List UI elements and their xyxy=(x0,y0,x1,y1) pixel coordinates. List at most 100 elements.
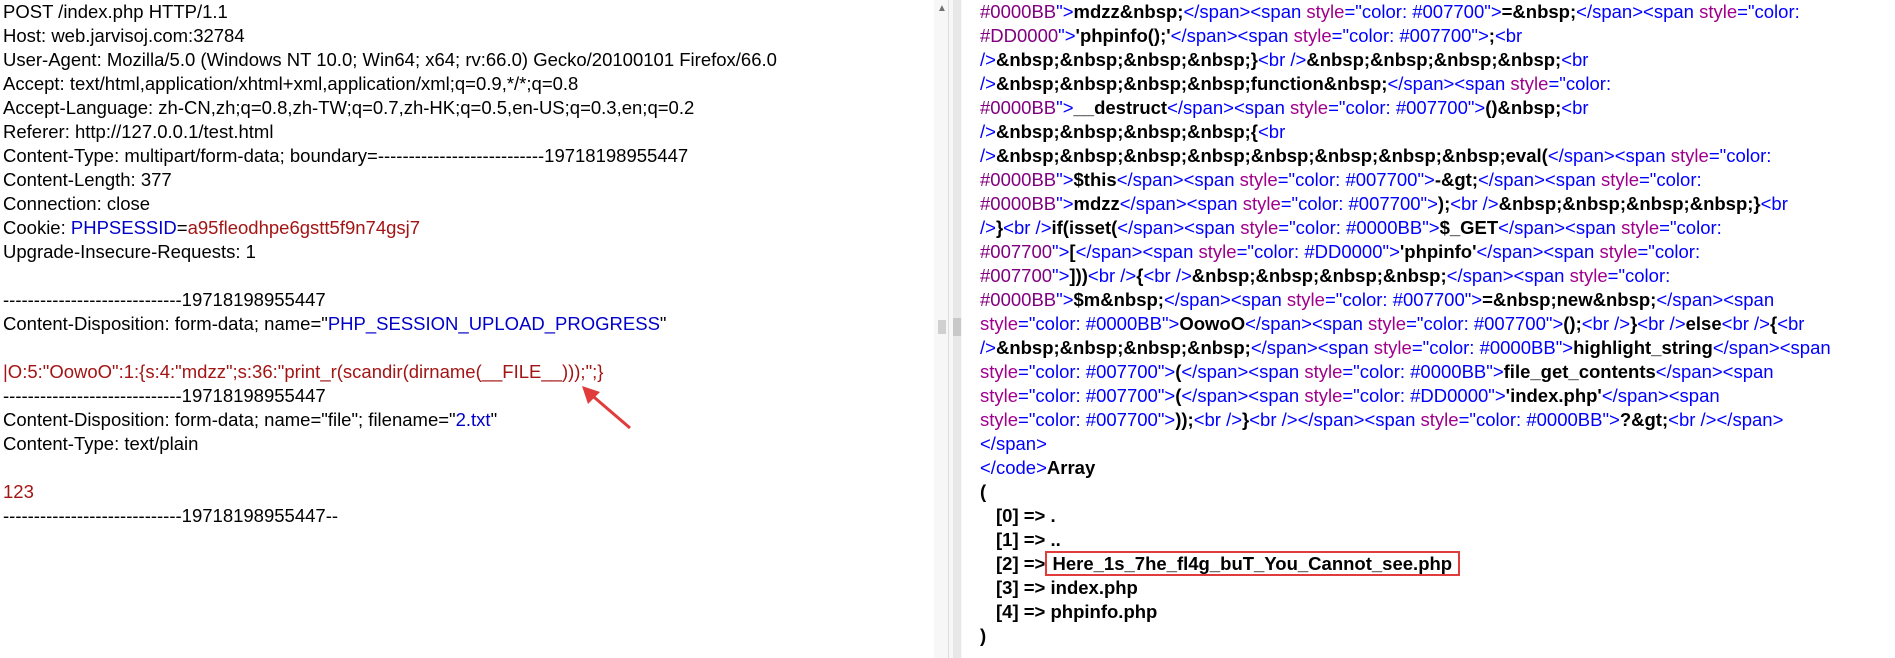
source-token: span xyxy=(1375,409,1421,430)
source-token: color: xyxy=(1726,145,1772,166)
source-token: >< xyxy=(1711,361,1734,382)
source-token: <br /> xyxy=(1581,313,1631,334)
source-line: />&nbsp;&nbsp;&nbsp;&nbsp;&nbsp;&nbsp;&n… xyxy=(962,144,1895,168)
source-token: >< xyxy=(1554,217,1576,238)
response-pane[interactable]: #0000BB">mdzz&nbsp;</span><span style="c… xyxy=(962,0,1895,658)
source-token: =" xyxy=(1342,361,1360,382)
source-token: "> xyxy=(1056,1,1074,22)
divider-line xyxy=(948,0,949,658)
source-token: /> xyxy=(980,217,996,238)
source-token: span xyxy=(1244,97,1291,118)
source-token: color: #007700 xyxy=(1298,193,1421,214)
source-token: $this xyxy=(1073,169,1117,190)
source-token: mdzz xyxy=(1073,193,1120,214)
source-token: span xyxy=(1199,1,1240,22)
divider-grip-handle[interactable] xyxy=(938,320,946,334)
scroll-up-icon[interactable]: ▲ xyxy=(936,2,948,16)
source-token: </ xyxy=(1547,145,1564,166)
source-line: #0000BB">mdzz&nbsp;</span><span style="c… xyxy=(962,0,1895,24)
source-token: style xyxy=(1239,169,1278,190)
source-token: )); xyxy=(1175,409,1194,430)
source-token: </ xyxy=(1297,409,1314,430)
source-token: &nbsp;&nbsp;&nbsp;&nbsp;{ xyxy=(995,121,1258,142)
source-token: =" xyxy=(1342,385,1360,406)
source-token: style xyxy=(1599,241,1638,262)
scrollbar-thumb[interactable] xyxy=(953,318,961,336)
source-token: span xyxy=(1091,241,1132,262)
upgrade-line: Upgrade-Insecure-Requests: 1 xyxy=(3,241,256,262)
source-token: "> xyxy=(1464,289,1483,310)
cd-prefix: Content-Disposition: form-data; name="fi… xyxy=(3,409,456,430)
cookie-name: PHPSESSID xyxy=(70,217,177,238)
source-token: </ xyxy=(1656,289,1673,310)
source-token: </ xyxy=(1119,193,1136,214)
source-token: color: xyxy=(1676,217,1722,238)
source-token: file_get_contents xyxy=(1503,361,1656,382)
source-token: OowoO xyxy=(1179,313,1246,334)
source-token: span xyxy=(1555,169,1601,190)
source-token: <br /> xyxy=(1003,217,1052,238)
boundary-end-line: -----------------------------19718198955… xyxy=(3,505,339,526)
source-token: =" xyxy=(1548,73,1566,94)
source-token: "> xyxy=(1058,25,1076,46)
header-line: Accept: text/html,application/xhtml+xml,… xyxy=(3,73,579,94)
source-token: >< xyxy=(1306,337,1329,358)
source-token: (); xyxy=(1563,313,1582,334)
source-token: style xyxy=(1240,217,1279,238)
source-token: <br /> xyxy=(1721,313,1770,334)
source-token: > xyxy=(1036,457,1047,478)
source-token: style xyxy=(1304,385,1343,406)
source-token: >< xyxy=(1223,97,1245,118)
array-value: .. xyxy=(1050,529,1061,550)
source-token: style xyxy=(1420,409,1459,430)
source-token: style xyxy=(1670,145,1709,166)
array-key: [4] => xyxy=(996,601,1051,622)
source-token: =" xyxy=(1637,241,1655,262)
source-token: </ xyxy=(1183,1,1200,22)
source-token: style xyxy=(1510,73,1549,94)
source-token: 'phpinfo();' xyxy=(1075,25,1171,46)
source-token: =" xyxy=(1708,145,1727,166)
source-token: color: #DD0000 xyxy=(1359,385,1489,406)
source-line: #DD0000">'phpinfo();'</span><span style=… xyxy=(962,24,1895,48)
request-pane[interactable]: POST /index.php HTTP/1.1 Host: web.jarvis… xyxy=(0,0,934,658)
source-token: /> xyxy=(980,49,996,70)
source-token: mdzz&nbsp; xyxy=(1073,1,1184,22)
highlighted-flag-filename: Here_1s_7he_fl4g_buT_You_Cannot_see.php xyxy=(1044,551,1461,576)
header-line: POST /index.php HTTP/1.1 xyxy=(3,1,228,22)
source-token: "> xyxy=(1486,361,1504,382)
source-token: <br xyxy=(1561,49,1589,70)
source-token: color: #0000BB xyxy=(1295,217,1423,238)
source-token: span xyxy=(1403,73,1444,94)
source-token: span xyxy=(1625,145,1671,166)
source-token: span xyxy=(1733,361,1774,382)
source-token: >< xyxy=(1220,289,1242,310)
source-token: span xyxy=(1261,313,1302,334)
source-token: span xyxy=(1672,289,1713,310)
source-token: >< xyxy=(1237,385,1260,406)
source-token: &nbsp;&nbsp;&nbsp;&nbsp;&nbsp;&nbsp;&nbs… xyxy=(995,145,1548,166)
cd-field-name: PHP_SESSION_UPLOAD_PROGRESS xyxy=(327,313,660,334)
source-line: style="color: #007700">));<br />}<br /><… xyxy=(962,408,1895,432)
source-token: style xyxy=(1306,1,1345,22)
cd-prefix: Content-Disposition: form-data; name=" xyxy=(3,313,328,334)
source-token: span xyxy=(1259,361,1305,382)
source-token: color: xyxy=(1625,265,1671,286)
source-token: </ xyxy=(1476,241,1493,262)
source-token: color: #0000BB xyxy=(1475,409,1603,430)
cookie-eq: = xyxy=(176,217,188,238)
array-entries: [0] => . [1] => .. [2] => Here_1s_7he_fl4g… xyxy=(962,504,1895,624)
source-token: span xyxy=(1732,409,1773,430)
source-token: "> xyxy=(1056,97,1074,118)
source-token: else xyxy=(1685,313,1722,334)
source-token: style xyxy=(1242,193,1281,214)
cd-suffix: " xyxy=(490,409,498,430)
source-token: color: #007700 xyxy=(1361,1,1485,22)
source-token: >< xyxy=(1173,217,1195,238)
source-token: 'phpinfo' xyxy=(1399,241,1477,262)
source-token: style xyxy=(980,385,1019,406)
source-token: span xyxy=(1734,289,1775,310)
source-token: "> xyxy=(1382,241,1400,262)
source-token: style xyxy=(1373,337,1412,358)
